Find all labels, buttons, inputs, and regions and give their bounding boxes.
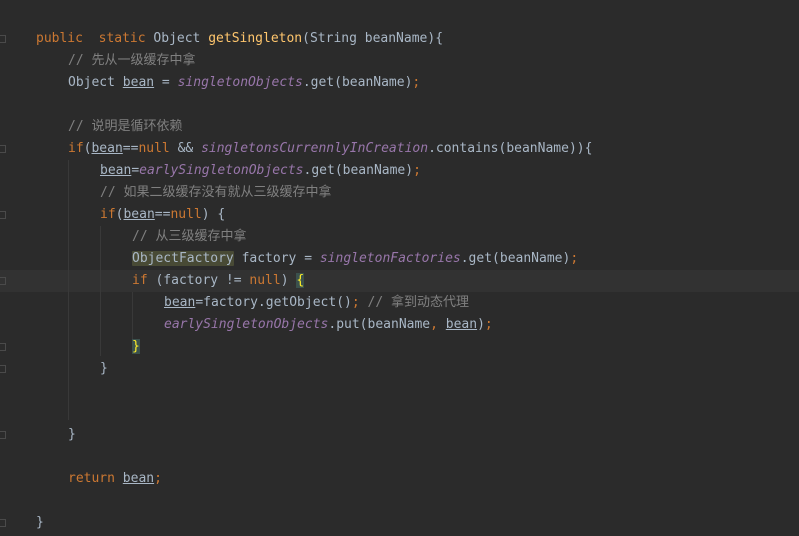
indent-guide	[68, 160, 69, 420]
indent-guide	[132, 292, 133, 342]
matched-brace: {	[296, 273, 305, 288]
code-line-19[interactable]: }	[68, 424, 76, 446]
matched-brace: }	[132, 339, 140, 354]
semicolon: ;	[154, 471, 162, 486]
type-name: ObjectFactory	[132, 251, 234, 266]
code-line-10[interactable]: // 从三级缓存中拿	[132, 226, 246, 248]
comment: // 先从一级缓存中拿	[68, 53, 196, 68]
code-line-3[interactable]: Object bean = singletonObjects.get(beanN…	[68, 72, 420, 94]
fold-marker-icon[interactable]	[0, 343, 6, 351]
params: (String beanName){	[302, 31, 444, 46]
fold-marker-icon[interactable]	[0, 519, 6, 527]
code-line-16[interactable]: }	[100, 358, 108, 380]
code-line-2[interactable]: // 先从一级缓存中拿	[68, 50, 195, 72]
keyword: static	[98, 31, 146, 46]
comment: // 说明是循环依赖	[68, 119, 183, 134]
code-line-7[interactable]: bean=earlySingletonObjects.get(beanName)…	[100, 160, 421, 182]
comment: // 从三级缓存中拿	[132, 229, 247, 244]
call: .put(beanName	[328, 317, 431, 332]
comma: ,	[430, 317, 438, 332]
call: .contains(beanName)){	[428, 141, 593, 156]
brace: }	[100, 361, 108, 376]
brace: }	[36, 515, 44, 530]
code-line-21[interactable]: return bean;	[68, 468, 162, 490]
code-editor[interactable]: public static Object getSingleton(String…	[0, 0, 799, 536]
keyword: if	[100, 207, 116, 222]
semicolon: ;	[351, 295, 360, 310]
keyword: return	[68, 471, 115, 486]
paren: )	[280, 273, 297, 288]
type-name: Object	[68, 75, 115, 90]
fold-marker-icon[interactable]	[0, 211, 6, 219]
operator: ==	[122, 141, 139, 156]
variable: factory =	[233, 251, 320, 266]
operator: ==	[154, 207, 171, 222]
fold-marker-icon[interactable]	[0, 365, 6, 373]
keyword: if	[132, 273, 148, 288]
fold-marker-icon[interactable]	[0, 277, 6, 285]
code-line-23[interactable]: }	[36, 512, 44, 534]
field: singletonObjects	[177, 75, 303, 90]
code-line-12[interactable]: if (factory != null) {	[132, 270, 305, 292]
field: earlySingletonObjects	[139, 163, 304, 178]
code-line-5[interactable]: // 说明是循环依赖	[68, 116, 182, 138]
variable: bean	[122, 75, 155, 90]
semicolon: ;	[413, 163, 421, 178]
paren: ) {	[201, 207, 226, 222]
method-name: getSingleton	[208, 31, 303, 46]
code-line-9[interactable]: if(bean==null) {	[100, 204, 225, 226]
variable: bean	[445, 317, 478, 332]
brace: }	[68, 427, 76, 442]
fold-marker-icon[interactable]	[0, 145, 6, 153]
indent-guide	[100, 226, 101, 356]
code-line-13[interactable]: bean=factory.getObject(); // 拿到动态代理	[164, 292, 469, 314]
fold-marker-icon[interactable]	[0, 35, 6, 43]
code-line-6[interactable]: if(bean==null && singletonsCurrennlyInCr…	[68, 138, 592, 160]
keyword: if	[68, 141, 84, 156]
field: singletonFactories	[319, 251, 461, 266]
comment: // 如果二级缓存没有就从三级缓存中拿	[100, 185, 332, 200]
semicolon: ;	[570, 251, 579, 266]
operator: &&	[169, 141, 202, 156]
comment: // 拿到动态代理	[359, 295, 470, 310]
current-line-highlight	[0, 270, 799, 292]
variable: bean	[123, 207, 155, 222]
code-line-14[interactable]: earlySingletonObjects.put(beanName, bean…	[164, 314, 493, 336]
paren: )	[477, 317, 485, 332]
call: .get(beanName)	[302, 75, 413, 90]
code-line-15[interactable]: }	[132, 336, 140, 358]
semicolon: ;	[412, 75, 421, 90]
variable: bean	[91, 141, 123, 156]
semicolon: ;	[484, 317, 493, 332]
field: earlySingletonObjects	[164, 317, 329, 332]
variable: bean	[122, 471, 155, 486]
field: singletonsCurrennlyInCreation	[201, 141, 429, 156]
null-literal: null	[170, 207, 202, 222]
code-line-11[interactable]: ObjectFactory factory = singletonFactori…	[132, 248, 578, 270]
keyword: public	[36, 31, 83, 46]
variable: bean	[100, 163, 132, 178]
operator: =	[154, 75, 178, 90]
null-literal: null	[138, 141, 170, 156]
call: .get(beanName)	[460, 251, 571, 266]
null-literal: null	[249, 273, 281, 288]
code-line-8[interactable]: // 如果二级缓存没有就从三级缓存中拿	[100, 182, 331, 204]
operator: =	[131, 163, 140, 178]
variable: bean	[164, 295, 196, 310]
code-line-1[interactable]: public static Object getSingleton(String…	[36, 28, 443, 50]
fold-marker-icon[interactable]	[0, 431, 6, 439]
call: .get(beanName)	[303, 163, 414, 178]
type-name: Object	[153, 31, 201, 46]
condition: (factory !=	[147, 273, 250, 288]
call: =factory.getObject()	[195, 295, 352, 310]
